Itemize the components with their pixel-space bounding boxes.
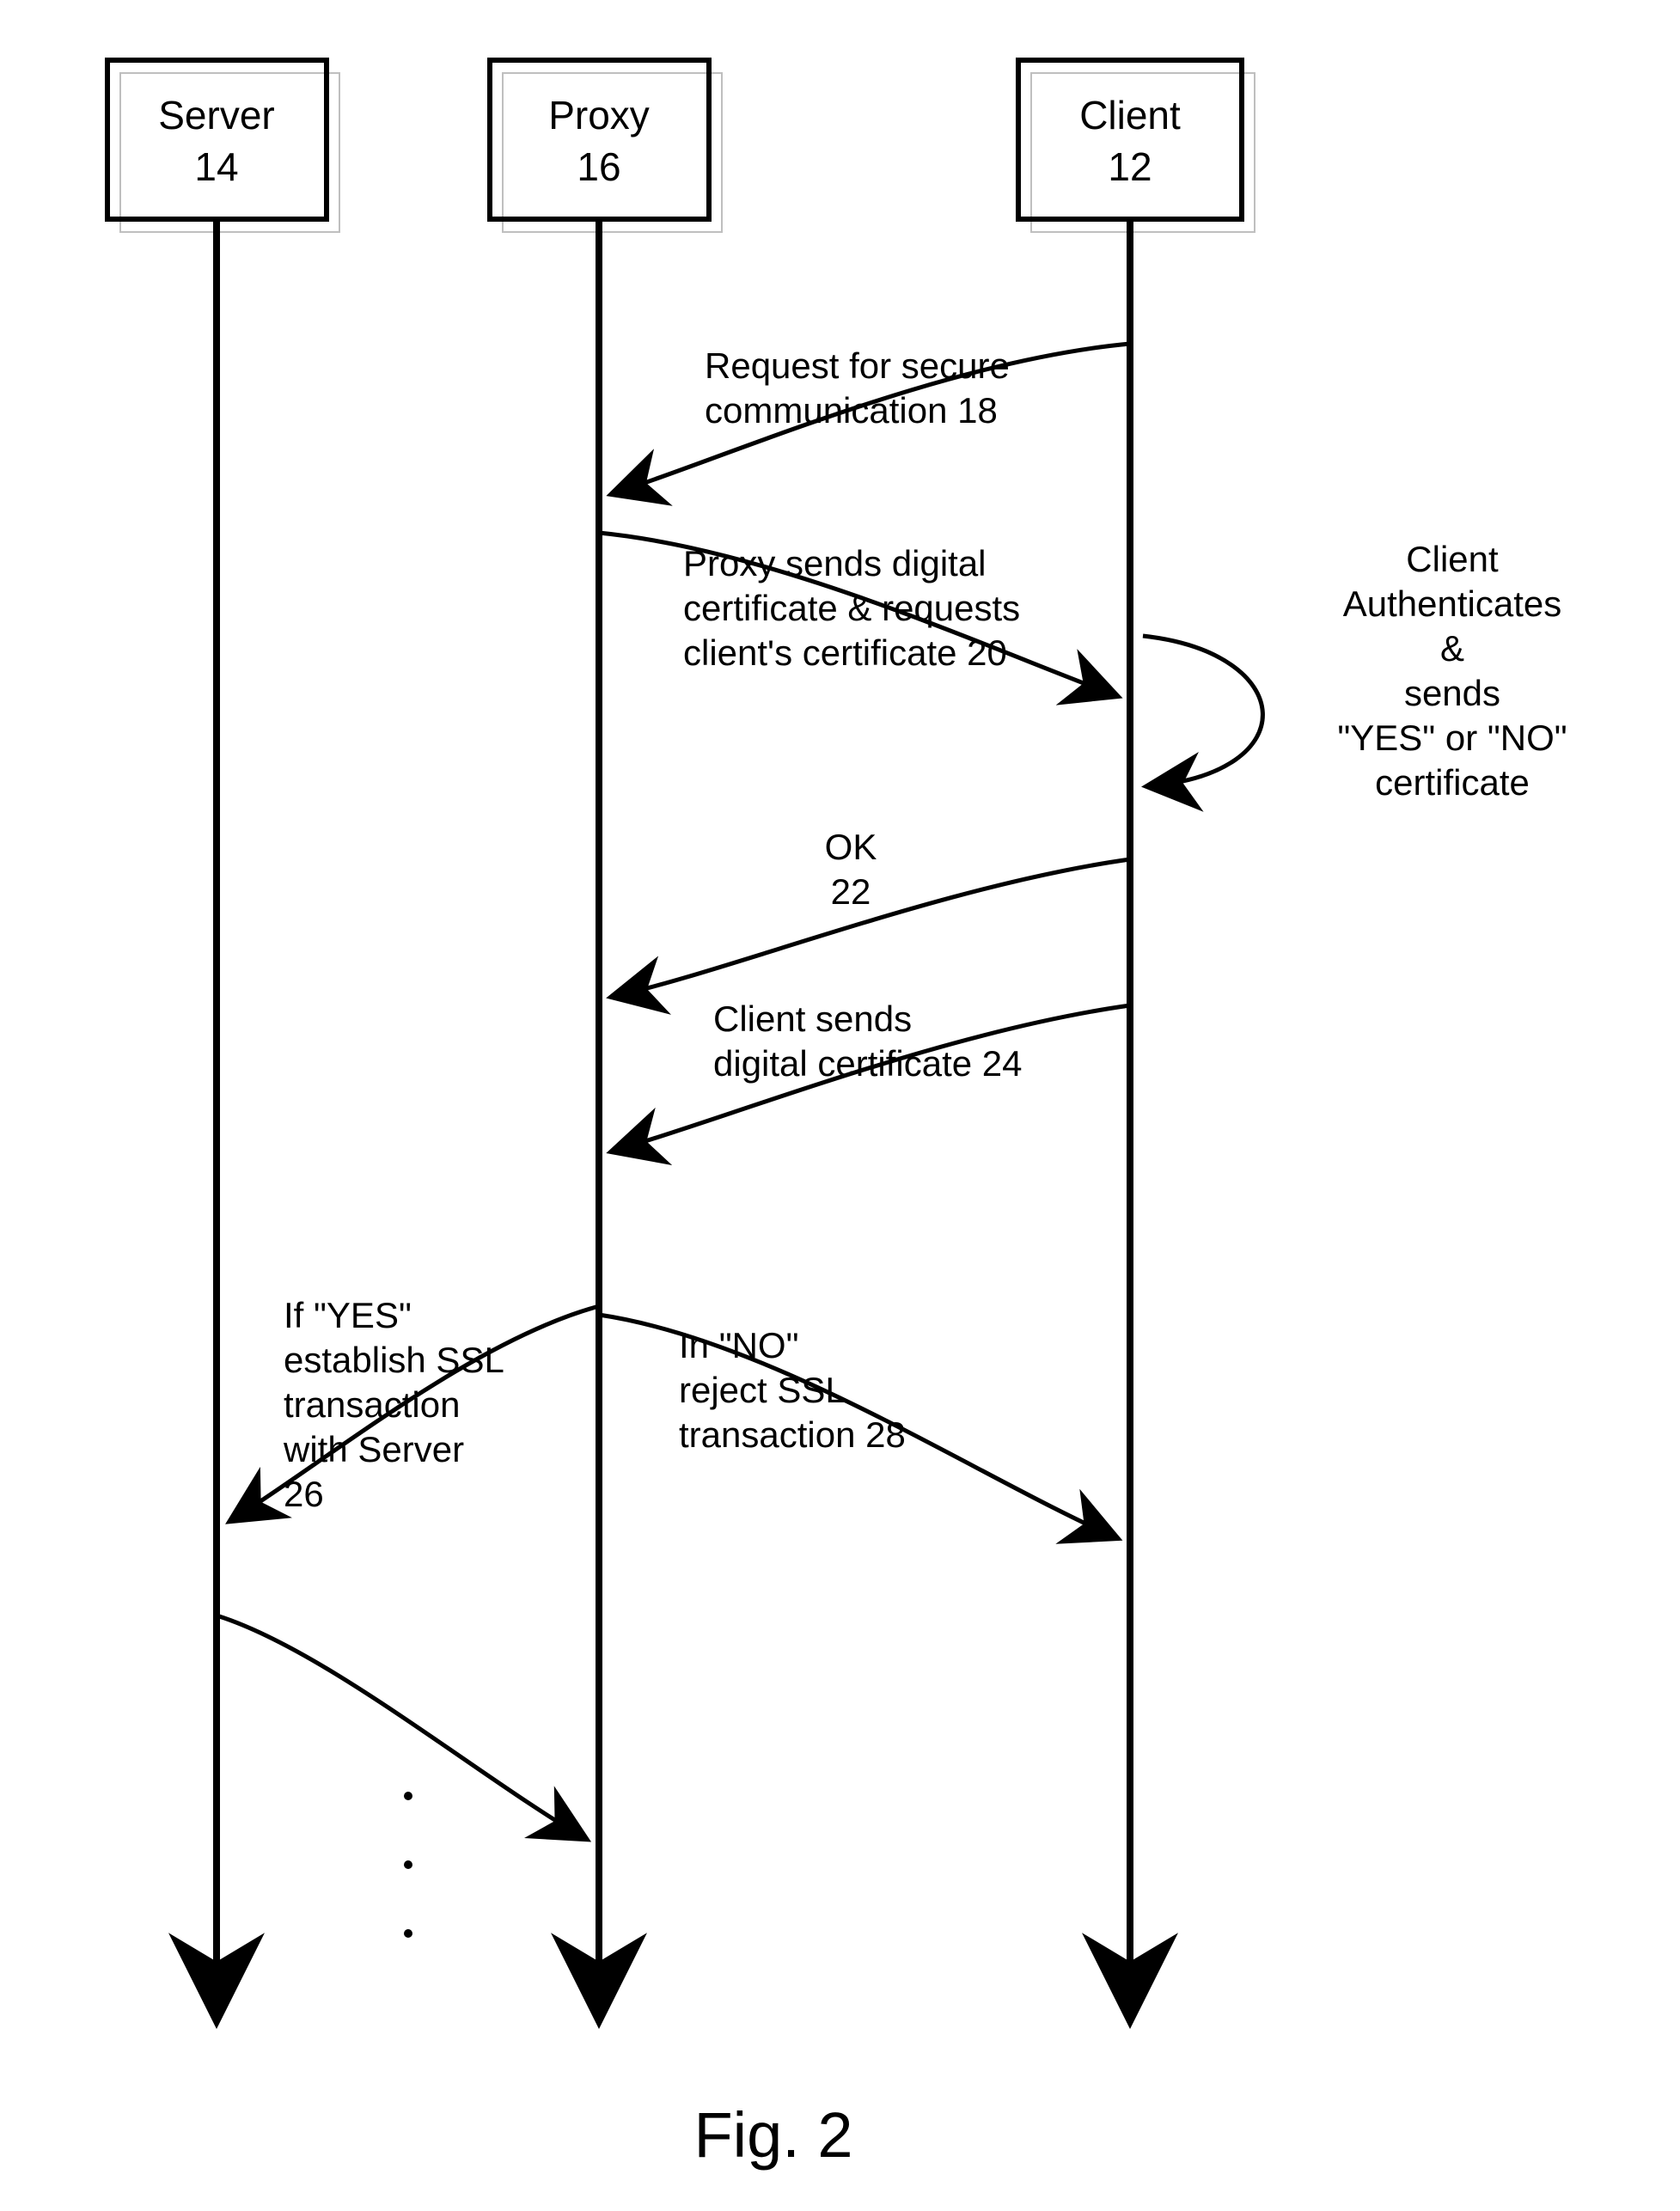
svg-text:If "YES": If "YES" (284, 1295, 412, 1335)
server-name: Server (158, 93, 274, 137)
svg-text:sends: sends (1404, 673, 1500, 713)
svg-text:reject SSL: reject SSL (679, 1370, 846, 1410)
svg-text:with Server: with Server (283, 1429, 464, 1469)
msg-client-authenticates: Client Authenticates & sends "YES" or "N… (1143, 539, 1567, 803)
svg-text:Client sends: Client sends (713, 999, 912, 1039)
ellipsis-icon (404, 1792, 412, 1938)
svg-text:OK: OK (825, 827, 877, 867)
sequence-diagram: Server 14 Proxy 16 Client 12 Request for… (0, 0, 1680, 2211)
svg-text:Client: Client (1406, 539, 1499, 579)
server-ref: 14 (194, 144, 238, 189)
svg-text:client's certificate 20: client's certificate 20 (683, 632, 1007, 673)
msg-ok-22: OK 22 (612, 827, 1130, 997)
proxy-name: Proxy (548, 93, 650, 137)
svg-text:communication 18: communication 18 (705, 390, 998, 431)
lifeline-proxy: Proxy 16 (490, 60, 722, 2019)
diagram-svg: Server 14 Proxy 16 Client 12 Request for… (0, 0, 1680, 2211)
svg-text:22: 22 (831, 871, 871, 912)
svg-text:&: & (1440, 628, 1464, 669)
client-ref: 12 (1108, 144, 1152, 189)
msg-client-sends-cert-24: Client sends digital certificate 24 (612, 999, 1130, 1151)
svg-text:Authenticates: Authenticates (1343, 583, 1562, 624)
client-name: Client (1079, 93, 1181, 137)
svg-text:Request for secure: Request for secure (705, 345, 1010, 386)
msg-continuation (217, 1615, 586, 1839)
svg-text:certificate: certificate (1375, 762, 1530, 803)
svg-text:establish SSL: establish SSL (284, 1340, 504, 1380)
msg-request-secure-18: Request for secure communication 18 (612, 344, 1130, 494)
svg-text:transaction: transaction (284, 1384, 460, 1425)
svg-text:Proxy sends digital: Proxy sends digital (683, 543, 987, 583)
msg-proxy-sends-cert-20: Proxy sends digital certificate & reques… (599, 533, 1117, 696)
msg-yes-establish-ssl-26: If "YES" establish SSL transaction with … (230, 1295, 599, 1521)
proxy-ref: 16 (577, 144, 620, 189)
svg-text:certificate & requests: certificate & requests (683, 588, 1020, 628)
figure-caption: Fig. 2 (693, 2099, 852, 2171)
svg-text:digital certificate 24: digital certificate 24 (713, 1043, 1023, 1084)
msg-no-reject-ssl-28: In "NO" reject SSL transaction 28 (599, 1315, 1117, 1538)
svg-text:In "NO": In "NO" (679, 1325, 799, 1365)
svg-text:transaction 28: transaction 28 (679, 1414, 906, 1455)
svg-text:26: 26 (284, 1474, 324, 1514)
svg-text:"YES" or "NO": "YES" or "NO" (1337, 718, 1567, 758)
lifeline-server: Server 14 (107, 60, 339, 2019)
